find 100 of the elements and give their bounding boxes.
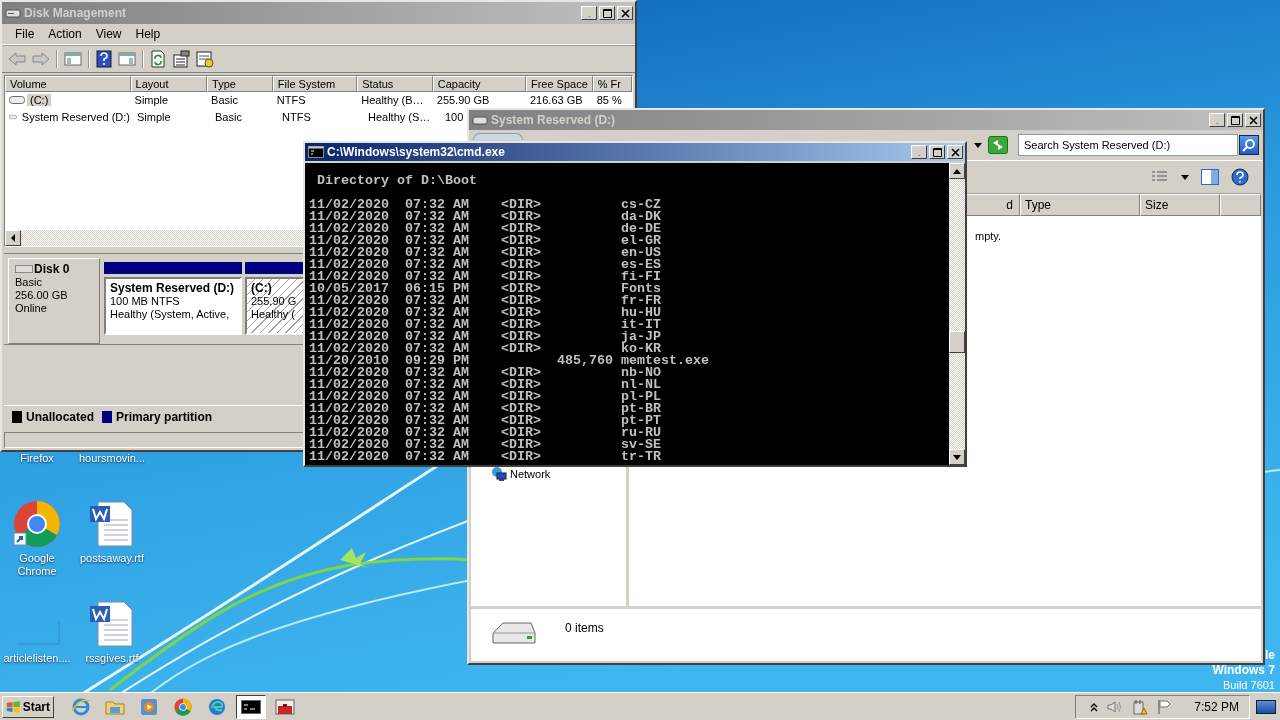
network-warning-icon[interactable] bbox=[1132, 698, 1149, 715]
drive-icon bbox=[9, 95, 25, 106]
scroll-left-icon[interactable] bbox=[10, 233, 16, 242]
maximize-button[interactable] bbox=[929, 145, 945, 159]
dropdown-arrow-icon[interactable] bbox=[1181, 174, 1189, 180]
close-icon bbox=[1248, 115, 1258, 125]
browser-e-icon bbox=[71, 696, 91, 717]
close-icon bbox=[950, 147, 960, 157]
chrome-icon[interactable] bbox=[13, 500, 61, 548]
console-line: 11/02/2020 07:32 AM <DIR> de-DE bbox=[309, 223, 662, 235]
flag-icon[interactable] bbox=[1157, 698, 1172, 715]
search-field[interactable]: Search System Reserved (D:) bbox=[1018, 134, 1238, 156]
chrome-icon bbox=[174, 697, 192, 716]
console-line: 11/02/2020 07:32 AM <DIR> sv-SE bbox=[309, 439, 662, 451]
console-line: 11/02/2020 07:32 AM <DIR> da-DK bbox=[309, 211, 662, 223]
column-header[interactable]: Free Space bbox=[525, 75, 593, 92]
taskbar-button[interactable] bbox=[236, 694, 266, 719]
scroll-up-icon[interactable] bbox=[953, 168, 961, 174]
drive-name[interactable]: System Reserved (D:) bbox=[18, 111, 133, 124]
search-button[interactable] bbox=[1239, 135, 1259, 155]
watermark-text: Windows 7 bbox=[1212, 663, 1275, 678]
menu-item[interactable]: Help bbox=[128, 26, 168, 41]
dropdown-arrow-icon[interactable] bbox=[974, 142, 982, 148]
close-button[interactable] bbox=[1245, 113, 1261, 127]
media-player-icon bbox=[140, 697, 158, 716]
drive-name[interactable]: (C:) bbox=[27, 94, 52, 107]
refresh-icon[interactable] bbox=[988, 136, 1008, 154]
horizontal-scrollbar[interactable] bbox=[5, 229, 301, 246]
help-icon[interactable] bbox=[1231, 168, 1249, 186]
column-header[interactable]: File System bbox=[272, 75, 358, 92]
partition-box[interactable]: (C:) 255.90 G Healthy ( bbox=[245, 276, 305, 335]
windows-logo-icon bbox=[6, 698, 21, 715]
maximize-button[interactable] bbox=[599, 6, 615, 20]
maximize-icon bbox=[1230, 115, 1240, 125]
table-cell: Healthy (B… bbox=[361, 94, 424, 107]
scroll-thumb[interactable] bbox=[949, 331, 965, 353]
word-document-icon[interactable] bbox=[88, 500, 136, 548]
disk-size: 256.00 GB bbox=[15, 288, 69, 302]
table-cell: 255.90 GB bbox=[436, 94, 490, 107]
table-cell: Healthy (S… bbox=[368, 111, 431, 124]
table-cell: NTFS bbox=[276, 94, 306, 107]
clock[interactable]: 7:52 PM bbox=[1194, 699, 1239, 714]
legend-label: Primary partition bbox=[116, 409, 213, 424]
console-line: 11/02/2020 07:32 AM <DIR> fi-FI bbox=[309, 271, 662, 283]
maximize-button[interactable] bbox=[1227, 113, 1243, 127]
partition-box[interactable]: System Reserved (D:) 100 MB NTFS Healthy (System, Active, bbox=[104, 276, 242, 335]
menu-item[interactable]: File bbox=[8, 26, 42, 41]
partition-bar bbox=[245, 261, 305, 274]
partition-status: Healthy ( bbox=[251, 307, 297, 321]
console-line: 11/02/2020 07:32 AM <DIR> en-US bbox=[309, 247, 662, 259]
table-cell: NTFS bbox=[282, 111, 311, 124]
show-desktop-button[interactable] bbox=[1256, 699, 1276, 714]
menu-item[interactable]: View bbox=[88, 26, 129, 41]
console-line: 11/20/2010 09:29 PM 485,760 memtest.exe bbox=[309, 355, 710, 367]
disk-info-panel[interactable]: Disk 0 Basic 256.00 GB Online bbox=[8, 257, 100, 344]
table-cell: Basic bbox=[215, 111, 242, 124]
maximize-icon bbox=[602, 8, 612, 18]
vertical-scrollbar[interactable] bbox=[949, 163, 965, 465]
partition-size: 100 MB NTFS bbox=[110, 294, 181, 308]
scroll-down-icon[interactable] bbox=[953, 454, 961, 460]
disk-type: Basic bbox=[15, 275, 43, 289]
table-cell: 100 bbox=[445, 111, 464, 124]
search-icon bbox=[1242, 138, 1256, 152]
column-header[interactable]: Type bbox=[207, 75, 273, 92]
close-button[interactable] bbox=[617, 6, 633, 20]
console-line: 11/02/2020 07:32 AM <DIR> nl-NL bbox=[309, 379, 662, 391]
network-item[interactable]: Network bbox=[491, 466, 551, 482]
table-cell: Simple bbox=[137, 111, 171, 124]
column-header[interactable]: % Fr bbox=[592, 75, 632, 92]
column-header[interactable]: Capacity bbox=[432, 75, 526, 92]
help-icon[interactable] bbox=[96, 49, 112, 68]
refresh-icon[interactable] bbox=[150, 49, 166, 68]
close-button[interactable] bbox=[947, 145, 963, 159]
settings-icon[interactable] bbox=[196, 49, 214, 68]
minimize-button[interactable] bbox=[581, 6, 597, 20]
disk-status: Online bbox=[15, 301, 48, 315]
console-line: 11/02/2020 07:32 AM <DIR> tr-TR bbox=[309, 451, 662, 463]
console-line: 11/02/2020 07:32 AM <DIR> it-IT bbox=[309, 319, 662, 331]
column-header[interactable]: Volume bbox=[5, 75, 131, 92]
column-header[interactable] bbox=[1220, 194, 1261, 216]
column-header[interactable]: d bbox=[1006, 198, 1013, 212]
preview-pane-icon[interactable] bbox=[1201, 169, 1219, 185]
start-button[interactable]: Start bbox=[2, 695, 54, 718]
column-header[interactable]: Type bbox=[1020, 194, 1140, 216]
console-line: 11/02/2020 07:32 AM <DIR> el-GR bbox=[309, 235, 662, 247]
properties-icon[interactable] bbox=[172, 49, 190, 68]
word-document-icon[interactable] bbox=[88, 600, 136, 648]
console-line: 11/02/2020 07:32 AM <DIR> nb-NO bbox=[309, 367, 662, 379]
table-cell: Basic bbox=[211, 94, 238, 107]
table-cell: 216.63 GB bbox=[529, 94, 583, 107]
chevron-up-icon[interactable] bbox=[1090, 701, 1099, 712]
minimize-button[interactable] bbox=[911, 145, 927, 159]
column-header[interactable]: Size bbox=[1140, 194, 1220, 216]
menu-item[interactable]: Action bbox=[41, 26, 89, 41]
pane-icon[interactable] bbox=[64, 50, 82, 67]
column-header[interactable]: Layout bbox=[130, 75, 208, 92]
pane-icon[interactable] bbox=[118, 50, 136, 67]
console-line: 11/02/2020 07:32 AM <DIR> pl-PL bbox=[309, 391, 662, 403]
minimize-button[interactable] bbox=[1209, 113, 1225, 127]
column-header[interactable]: Status bbox=[357, 75, 433, 92]
